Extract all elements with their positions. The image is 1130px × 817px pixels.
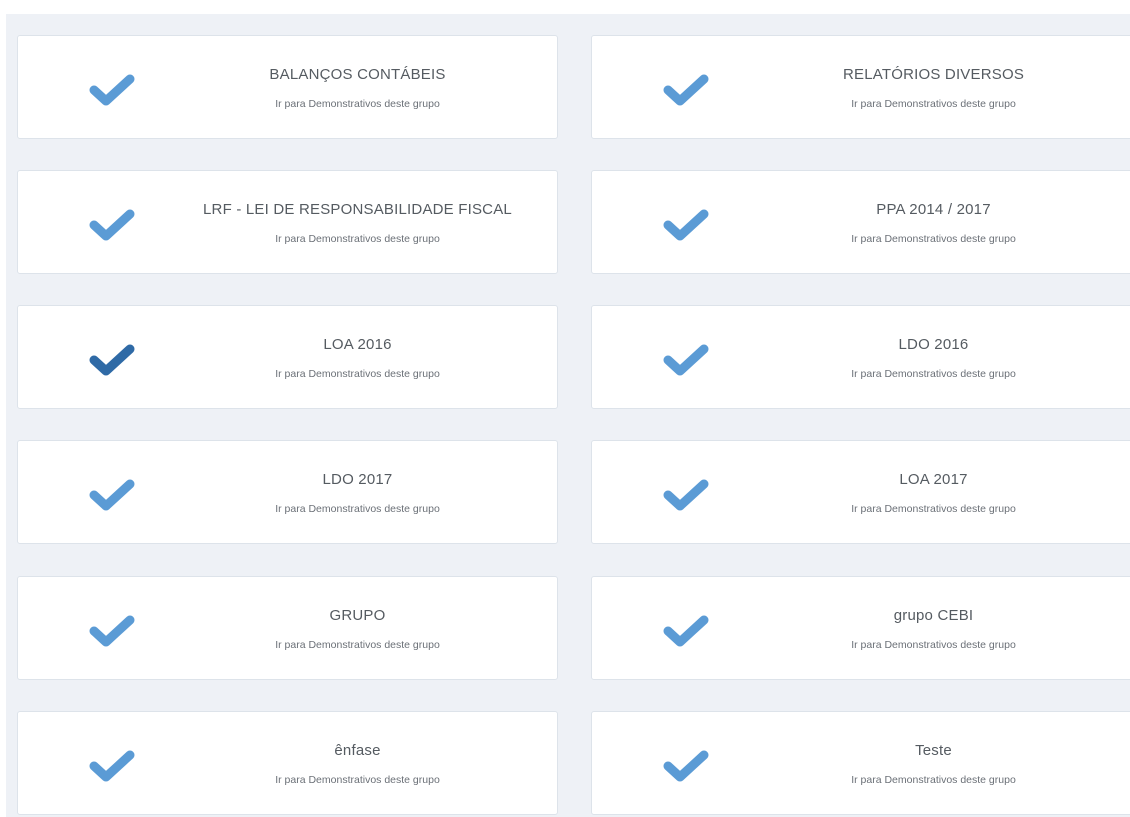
- group-link[interactable]: Ir para Demonstrativos deste grupo: [158, 233, 557, 245]
- group-card-grupo[interactable]: GRUPO Ir para Demonstrativos deste grupo: [17, 576, 558, 680]
- check-icon: [88, 205, 136, 245]
- check-icon: [88, 611, 136, 651]
- check-icon: [662, 205, 710, 245]
- check-icon: [88, 475, 136, 515]
- group-grid: BALANÇOS CONTÁBEIS Ir para Demonstrativo…: [6, 14, 1130, 817]
- check-icon: [662, 340, 710, 380]
- check-icon: [88, 70, 136, 110]
- group-title: BALANÇOS CONTÁBEIS: [269, 66, 446, 83]
- group-card-loa-2016[interactable]: LOA 2016 Ir para Demonstrativos deste gr…: [17, 305, 558, 409]
- group-title: LDO 2017: [322, 471, 393, 488]
- check-icon: [662, 475, 710, 515]
- group-link[interactable]: Ir para Demonstrativos deste grupo: [158, 503, 557, 515]
- group-title: GRUPO: [329, 607, 386, 624]
- group-link[interactable]: Ir para Demonstrativos deste grupo: [732, 503, 1130, 515]
- group-title: LOA 2016: [323, 336, 392, 353]
- group-title: LRF - LEI DE RESPONSABILIDADE FISCAL: [203, 201, 512, 218]
- check-icon: [662, 746, 710, 786]
- group-link[interactable]: Ir para Demonstrativos deste grupo: [732, 98, 1130, 110]
- group-card-relatorios-diversos[interactable]: RELATÓRIOS DIVERSOS Ir para Demonstrativ…: [591, 35, 1130, 139]
- group-title: LDO 2016: [898, 336, 969, 353]
- group-link[interactable]: Ir para Demonstrativos deste grupo: [732, 368, 1130, 380]
- check-icon: [88, 746, 136, 786]
- group-card-teste[interactable]: Teste Ir para Demonstrativos deste grupo: [591, 711, 1130, 815]
- group-link[interactable]: Ir para Demonstrativos deste grupo: [732, 233, 1130, 245]
- group-card-enfase[interactable]: ênfase Ir para Demonstrativos deste grup…: [17, 711, 558, 815]
- group-title: RELATÓRIOS DIVERSOS: [842, 66, 1025, 83]
- group-link[interactable]: Ir para Demonstrativos deste grupo: [732, 774, 1130, 786]
- group-card-grupo-cebi[interactable]: grupo CEBI Ir para Demonstrativos deste …: [591, 576, 1130, 680]
- group-card-ldo-2017[interactable]: LDO 2017 Ir para Demonstrativos deste gr…: [17, 440, 558, 544]
- check-icon: [88, 340, 136, 380]
- group-link[interactable]: Ir para Demonstrativos deste grupo: [158, 98, 557, 110]
- group-card-lrf[interactable]: LRF - LEI DE RESPONSABILIDADE FISCAL Ir …: [17, 170, 558, 274]
- check-icon: [662, 70, 710, 110]
- check-icon: [662, 611, 710, 651]
- group-card-ppa-2014-2017[interactable]: PPA 2014 / 2017 Ir para Demonstrativos d…: [591, 170, 1130, 274]
- group-title: grupo CEBI: [893, 607, 974, 624]
- group-title: Teste: [915, 742, 952, 759]
- group-title: LOA 2017: [899, 471, 968, 488]
- group-title: PPA 2014 / 2017: [876, 201, 991, 218]
- group-title: ênfase: [334, 742, 381, 759]
- group-card-loa-2017[interactable]: LOA 2017 Ir para Demonstrativos deste gr…: [591, 440, 1130, 544]
- group-link[interactable]: Ir para Demonstrativos deste grupo: [732, 639, 1130, 651]
- group-link[interactable]: Ir para Demonstrativos deste grupo: [158, 639, 557, 651]
- group-card-ldo-2016[interactable]: LDO 2016 Ir para Demonstrativos deste gr…: [591, 305, 1130, 409]
- group-card-balancos-contabeis[interactable]: BALANÇOS CONTÁBEIS Ir para Demonstrativo…: [17, 35, 558, 139]
- group-link[interactable]: Ir para Demonstrativos deste grupo: [158, 368, 557, 380]
- group-link[interactable]: Ir para Demonstrativos deste grupo: [158, 774, 557, 786]
